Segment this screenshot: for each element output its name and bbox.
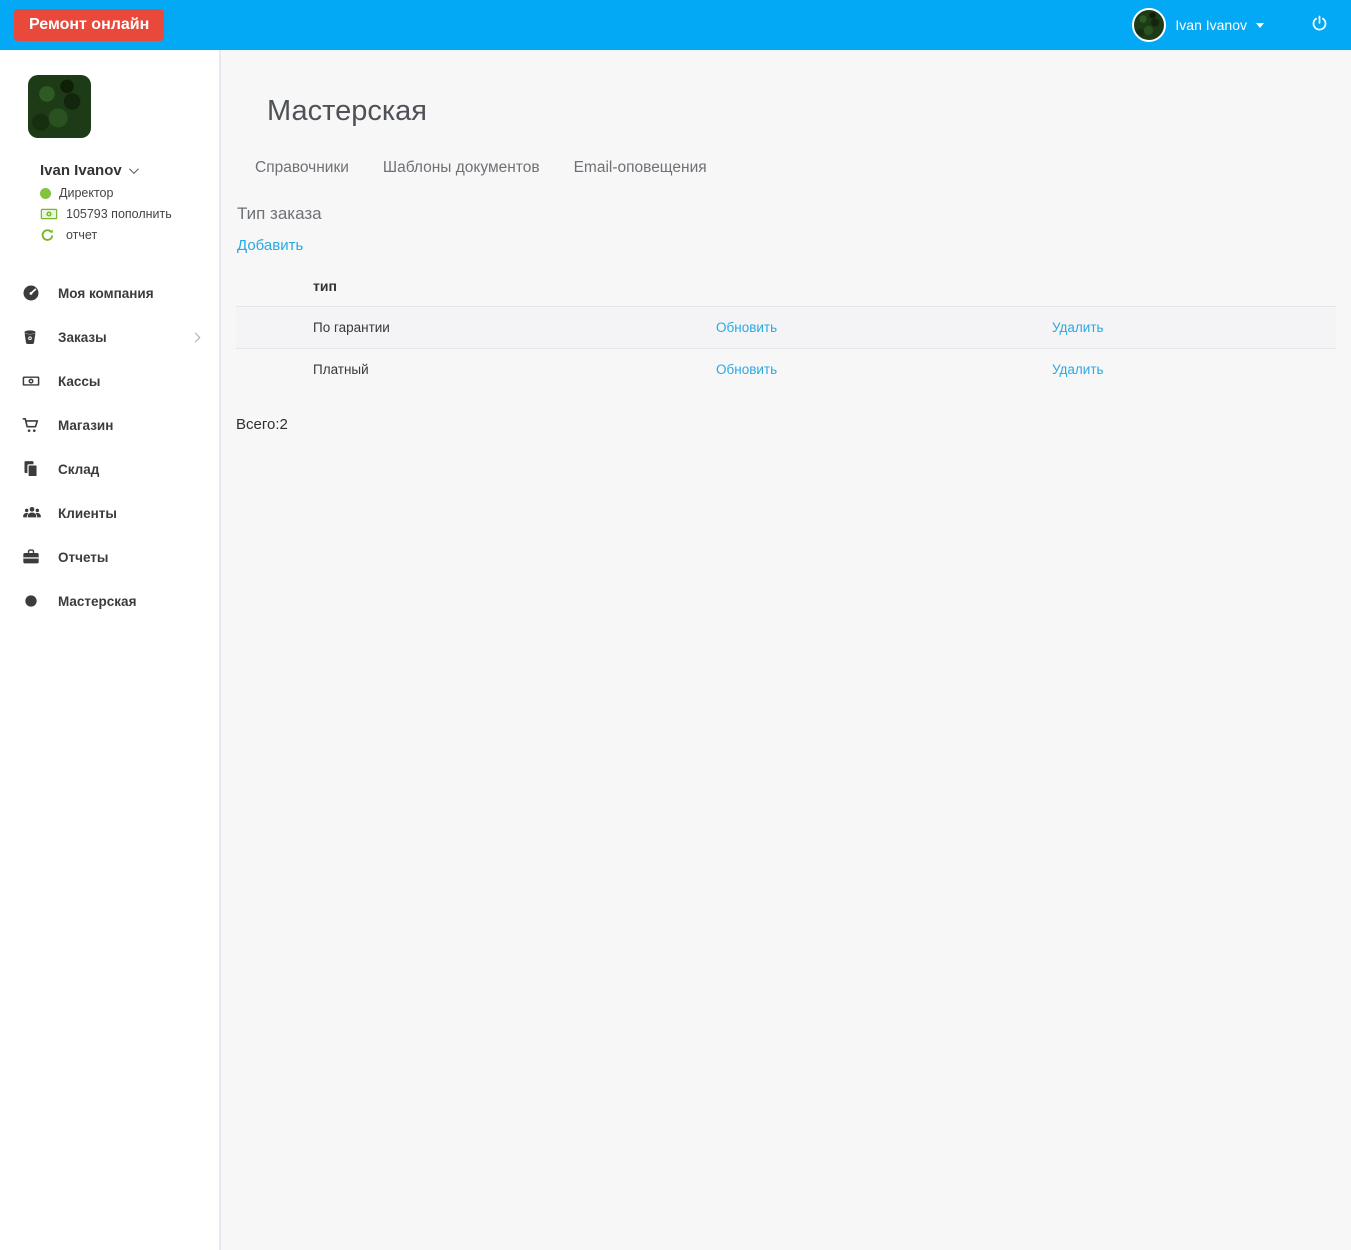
- section-title: Тип заказа: [237, 204, 322, 223]
- logout-button[interactable]: [1310, 14, 1329, 36]
- power-icon: [1310, 14, 1329, 36]
- order-type-table: тип По гарантии Обновить Удалить Платный Обн…: [236, 266, 1336, 390]
- empty-header-cell: [1052, 266, 1336, 307]
- delete-link[interactable]: Удалить: [1052, 362, 1104, 377]
- add-link[interactable]: Добавить: [237, 237, 303, 254]
- page-title: Мастерская: [267, 95, 427, 127]
- sidebar-item-orders[interactable]: Заказы: [0, 315, 219, 359]
- tab-document-templates[interactable]: Шаблоны документов: [383, 159, 540, 177]
- tab-directories[interactable]: Справочники: [255, 159, 349, 177]
- update-link[interactable]: Обновить: [716, 320, 777, 335]
- refresh-icon: [40, 228, 58, 242]
- sidebar-item-workshop[interactable]: Мастерская: [0, 579, 219, 623]
- delete-link[interactable]: Удалить: [1052, 320, 1104, 335]
- topbar: Ремонт онлайн Ivan Ivanov: [0, 0, 1351, 50]
- sidebar-item-label: Заказы: [58, 329, 107, 345]
- bucket-icon: [21, 327, 41, 347]
- chevron-down-icon: [128, 164, 139, 175]
- sidebar-item-clients[interactable]: Клиенты: [0, 491, 219, 535]
- user-report-row[interactable]: отчет: [40, 228, 219, 242]
- sidebar-user-block: Ivan Ivanov Директор 105793 пополнить от…: [0, 75, 219, 242]
- user-role-row: Директор: [40, 186, 219, 200]
- empty-cell: [236, 306, 313, 349]
- user-balance-label: 105793 пополнить: [66, 207, 172, 221]
- table-row: По гарантии Обновить Удалить: [236, 306, 1336, 349]
- user-avatar[interactable]: [1132, 8, 1167, 42]
- topbar-right: Ivan Ivanov: [1132, 8, 1337, 42]
- sidebar-item-label: Склад: [58, 461, 100, 477]
- sidebar-item-warehouse[interactable]: Склад: [0, 447, 219, 491]
- sidebar: Ivan Ivanov Директор 105793 пополнить от…: [0, 50, 221, 1250]
- type-header-cell: тип: [313, 266, 716, 307]
- user-report-label: отчет: [66, 228, 98, 242]
- sidebar-item-label: Мастерская: [58, 593, 137, 609]
- type-cell: Платный: [313, 361, 369, 377]
- chevron-right-icon: [190, 332, 201, 342]
- table-header-row: тип: [236, 266, 1336, 307]
- brand-button[interactable]: Ремонт онлайн: [14, 9, 165, 41]
- users-icon: [21, 503, 41, 523]
- empty-header-cell: [236, 266, 313, 307]
- sidebar-item-label: Клиенты: [58, 505, 117, 521]
- update-link[interactable]: Обновить: [716, 362, 777, 377]
- user-balance-row[interactable]: 105793 пополнить: [40, 207, 219, 221]
- user-role-label: Директор: [59, 186, 114, 200]
- status-dot-icon: [40, 187, 51, 199]
- sidebar-nav: Моя компания Заказы Кассы Магазин Склад Клиен…: [0, 271, 219, 623]
- total-text: Всего:2: [236, 416, 288, 433]
- empty-cell: [236, 348, 313, 390]
- caret-down-icon: [1256, 22, 1264, 28]
- type-cell: По гарантии: [313, 306, 716, 349]
- table-row: Платный Обновить Удалить: [236, 348, 1336, 390]
- cart-icon: [21, 415, 41, 435]
- empty-header-cell: [716, 266, 1052, 307]
- circle-icon: [21, 591, 41, 611]
- sidebar-item-label: Магазин: [58, 417, 114, 433]
- tabs: Справочники Шаблоны документов Email-опове…: [255, 159, 1336, 177]
- dashboard-icon: [21, 283, 41, 303]
- user-menu[interactable]: Ivan Ivanov: [1132, 8, 1264, 42]
- topbar-user-name: Ivan Ivanov: [1175, 17, 1247, 33]
- sidebar-item-my-company[interactable]: Моя компания: [0, 271, 219, 315]
- sidebar-avatar[interactable]: [28, 75, 91, 138]
- sidebar-item-label: Отчеты: [58, 549, 109, 565]
- sidebar-item-label: Моя компания: [58, 285, 154, 301]
- briefcase-icon: [21, 547, 41, 567]
- sidebar-item-cash-registers[interactable]: Кассы: [0, 359, 219, 403]
- main-content: Мастерская Справочники Шаблоны документов…: [221, 50, 1351, 1250]
- tab-email-notifications[interactable]: Email-оповещения: [574, 159, 707, 177]
- sidebar-item-reports[interactable]: Отчеты: [0, 535, 219, 579]
- sidebar-user-name-label: Ivan Ivanov: [40, 162, 122, 179]
- sidebar-item-shop[interactable]: Магазин: [0, 403, 219, 447]
- money-bill-icon: [40, 207, 58, 221]
- sidebar-item-label: Кассы: [58, 373, 101, 389]
- sidebar-user-name[interactable]: Ivan Ivanov: [40, 162, 219, 179]
- money-icon: [21, 371, 41, 391]
- copy-icon: [21, 459, 41, 479]
